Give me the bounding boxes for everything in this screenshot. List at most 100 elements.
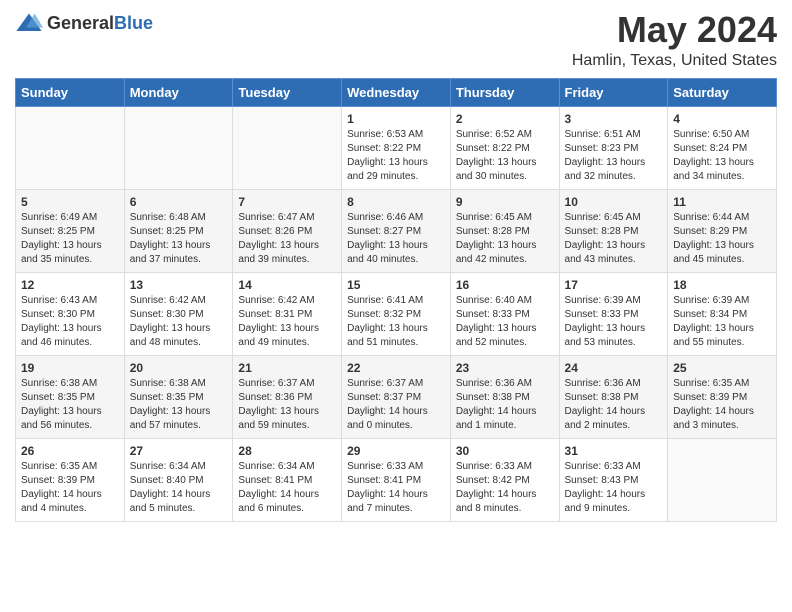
calendar-week-row: 5 Sunrise: 6:49 AMSunset: 8:25 PMDaylight… [16, 189, 777, 272]
day-info: Sunrise: 6:42 AMSunset: 8:31 PMDaylight:… [238, 295, 319, 348]
day-number: 5 [21, 195, 119, 209]
logo-text-blue: Blue [114, 13, 153, 33]
day-number: 1 [347, 112, 445, 126]
day-info: Sunrise: 6:38 AMSunset: 8:35 PMDaylight:… [130, 378, 211, 431]
day-number: 20 [130, 361, 228, 375]
title-block: May 2024 Hamlin, Texas, United States [572, 10, 777, 70]
day-number: 18 [673, 278, 771, 292]
day-number: 9 [456, 195, 554, 209]
logo: GeneralBlue [15, 10, 153, 38]
calendar-cell: 26Sunrise: 6:35 AMSunset: 8:39 PMDayligh… [16, 438, 125, 521]
weekday-header-thursday: Thursday [450, 78, 559, 106]
day-number: 16 [456, 278, 554, 292]
calendar-cell: 27Sunrise: 6:34 AMSunset: 8:40 PMDayligh… [124, 438, 233, 521]
day-number: 8 [347, 195, 445, 209]
calendar-week-row: 12 Sunrise: 6:43 AMSunset: 8:30 PMDayligh… [16, 272, 777, 355]
calendar-cell: 20 Sunrise: 6:38 AMSunset: 8:35 PMDayligh… [124, 355, 233, 438]
day-number: 25 [673, 361, 771, 375]
day-number: 7 [238, 195, 336, 209]
day-number: 14 [238, 278, 336, 292]
day-number: 22 [347, 361, 445, 375]
weekday-header-saturday: Saturday [668, 78, 777, 106]
day-number: 17 [565, 278, 663, 292]
calendar-header: SundayMondayTuesdayWednesdayThursdayFrid… [16, 78, 777, 106]
main-title: May 2024 [572, 10, 777, 50]
day-number: 24 [565, 361, 663, 375]
day-number: 27 [130, 444, 228, 458]
day-number: 31 [565, 444, 663, 458]
day-number: 13 [130, 278, 228, 292]
calendar-cell [16, 106, 125, 189]
page-header: GeneralBlue May 2024 Hamlin, Texas, Unit… [15, 10, 777, 70]
calendar-cell: 30Sunrise: 6:33 AMSunset: 8:42 PMDayligh… [450, 438, 559, 521]
calendar-cell: 11 Sunrise: 6:44 AMSunset: 8:29 PMDayligh… [668, 189, 777, 272]
calendar-cell: 31Sunrise: 6:33 AMSunset: 8:43 PMDayligh… [559, 438, 668, 521]
day-number: 2 [456, 112, 554, 126]
calendar-cell: 3Sunrise: 6:51 AMSunset: 8:23 PMDaylight… [559, 106, 668, 189]
day-info: Sunrise: 6:36 AMSunset: 8:38 PMDaylight:… [565, 378, 646, 431]
day-info: Sunrise: 6:49 AMSunset: 8:25 PMDaylight:… [21, 212, 102, 265]
calendar-cell: 24 Sunrise: 6:36 AMSunset: 8:38 PMDayligh… [559, 355, 668, 438]
day-number: 28 [238, 444, 336, 458]
day-number: 15 [347, 278, 445, 292]
weekday-header-monday: Monday [124, 78, 233, 106]
calendar-cell: 16Sunrise: 6:40 AMSunset: 8:33 PMDayligh… [450, 272, 559, 355]
day-info: Sunrise: 6:37 AMSunset: 8:36 PMDaylight:… [238, 378, 319, 431]
day-info: Sunrise: 6:45 AMSunset: 8:28 PMDaylight:… [456, 212, 537, 265]
day-info: Sunrise: 6:43 AMSunset: 8:30 PMDaylight:… [21, 295, 102, 348]
day-info: Sunrise: 6:37 AMSunset: 8:37 PMDaylight:… [347, 378, 428, 431]
calendar-cell: 6Sunrise: 6:48 AMSunset: 8:25 PMDaylight… [124, 189, 233, 272]
weekday-header-tuesday: Tuesday [233, 78, 342, 106]
day-info: Sunrise: 6:45 AMSunset: 8:28 PMDaylight:… [565, 212, 646, 265]
calendar-cell: 28 Sunrise: 6:34 AMSunset: 8:41 PMDayligh… [233, 438, 342, 521]
day-number: 26 [21, 444, 119, 458]
calendar-table: SundayMondayTuesdayWednesdayThursdayFrid… [15, 78, 777, 522]
day-info: Sunrise: 6:36 AMSunset: 8:38 PMDaylight:… [456, 378, 537, 431]
day-number: 19 [21, 361, 119, 375]
calendar-cell: 2 Sunrise: 6:52 AMSunset: 8:22 PMDaylight… [450, 106, 559, 189]
calendar-cell: 23 Sunrise: 6:36 AMSunset: 8:38 PMDayligh… [450, 355, 559, 438]
day-info: Sunrise: 6:47 AMSunset: 8:26 PMDaylight:… [238, 212, 319, 265]
calendar-cell: 9 Sunrise: 6:45 AMSunset: 8:28 PMDaylight… [450, 189, 559, 272]
calendar-cell: 12 Sunrise: 6:43 AMSunset: 8:30 PMDayligh… [16, 272, 125, 355]
day-number: 23 [456, 361, 554, 375]
location-subtitle: Hamlin, Texas, United States [572, 52, 777, 70]
day-number: 3 [565, 112, 663, 126]
calendar-cell: 21 Sunrise: 6:37 AMSunset: 8:36 PMDayligh… [233, 355, 342, 438]
calendar-cell: 15Sunrise: 6:41 AMSunset: 8:32 PMDayligh… [342, 272, 451, 355]
day-number: 4 [673, 112, 771, 126]
day-info: Sunrise: 6:44 AMSunset: 8:29 PMDaylight:… [673, 212, 754, 265]
calendar-cell: 13 Sunrise: 6:42 AMSunset: 8:30 PMDayligh… [124, 272, 233, 355]
calendar-cell: 25 Sunrise: 6:35 AMSunset: 8:39 PMDayligh… [668, 355, 777, 438]
day-info: Sunrise: 6:50 AMSunset: 8:24 PMDaylight:… [673, 129, 754, 182]
day-info: Sunrise: 6:48 AMSunset: 8:25 PMDaylight:… [130, 212, 211, 265]
logo-icon [15, 10, 43, 38]
weekday-header-friday: Friday [559, 78, 668, 106]
day-info: Sunrise: 6:34 AMSunset: 8:41 PMDaylight:… [238, 461, 319, 514]
day-info: Sunrise: 6:52 AMSunset: 8:22 PMDaylight:… [456, 129, 537, 182]
logo-text-general: General [47, 13, 114, 33]
calendar-week-row: 19 Sunrise: 6:38 AMSunset: 8:35 PMDayligh… [16, 355, 777, 438]
calendar-cell [233, 106, 342, 189]
day-number: 21 [238, 361, 336, 375]
day-info: Sunrise: 6:42 AMSunset: 8:30 PMDaylight:… [130, 295, 211, 348]
calendar-cell: 22 Sunrise: 6:37 AMSunset: 8:37 PMDayligh… [342, 355, 451, 438]
calendar-cell: 14 Sunrise: 6:42 AMSunset: 8:31 PMDayligh… [233, 272, 342, 355]
day-number: 11 [673, 195, 771, 209]
day-info: Sunrise: 6:39 AMSunset: 8:33 PMDaylight:… [565, 295, 646, 348]
calendar-cell: 19Sunrise: 6:38 AMSunset: 8:35 PMDayligh… [16, 355, 125, 438]
calendar-cell [124, 106, 233, 189]
weekday-header-wednesday: Wednesday [342, 78, 451, 106]
calendar-body: 1 Sunrise: 6:53 AMSunset: 8:22 PMDaylight… [16, 106, 777, 521]
day-info: Sunrise: 6:35 AMSunset: 8:39 PMDaylight:… [673, 378, 754, 431]
day-number: 12 [21, 278, 119, 292]
calendar-week-row: 26Sunrise: 6:35 AMSunset: 8:39 PMDayligh… [16, 438, 777, 521]
calendar-cell [668, 438, 777, 521]
calendar-cell: 4 Sunrise: 6:50 AMSunset: 8:24 PMDaylight… [668, 106, 777, 189]
day-info: Sunrise: 6:53 AMSunset: 8:22 PMDaylight:… [347, 129, 428, 182]
calendar-cell: 1 Sunrise: 6:53 AMSunset: 8:22 PMDaylight… [342, 106, 451, 189]
calendar-cell: 5 Sunrise: 6:49 AMSunset: 8:25 PMDaylight… [16, 189, 125, 272]
day-number: 29 [347, 444, 445, 458]
weekday-header-sunday: Sunday [16, 78, 125, 106]
weekday-header-row: SundayMondayTuesdayWednesdayThursdayFrid… [16, 78, 777, 106]
